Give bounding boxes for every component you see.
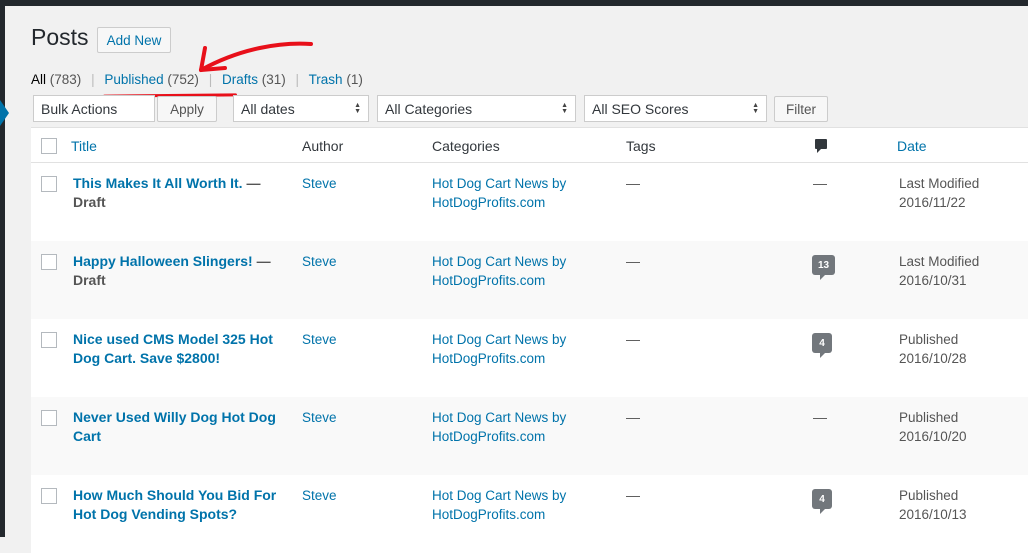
- post-author-link[interactable]: Steve: [302, 174, 337, 193]
- post-date: Published 2016/10/13: [899, 488, 967, 522]
- post-title-link[interactable]: Happy Halloween Slingers!: [73, 253, 253, 269]
- seo-scores-select[interactable]: All SEO Scores ▲ ▼: [584, 95, 767, 122]
- filter-button[interactable]: Filter: [774, 96, 828, 122]
- comment-count-bubble[interactable]: 4: [812, 489, 832, 514]
- bulk-actions-select[interactable]: Bulk Actions: [33, 95, 155, 122]
- dates-select[interactable]: All dates ▲ ▼: [233, 95, 369, 122]
- view-separator: |: [91, 72, 95, 87]
- table-row: How Much Should You Bid For Hot Dog Vend…: [31, 475, 1028, 553]
- view-all-link[interactable]: All (783): [31, 72, 81, 87]
- post-title-link[interactable]: This Makes It All Worth It.: [73, 175, 243, 191]
- row-checkbox[interactable]: [41, 332, 57, 348]
- table-row: Never Used Willy Dog Hot Dog Cart Steve …: [31, 397, 1028, 475]
- post-title-link[interactable]: Never Used Willy Dog Hot Dog Cart: [73, 409, 276, 444]
- post-author-link[interactable]: Steve: [302, 486, 337, 505]
- apply-button[interactable]: Apply: [157, 96, 217, 122]
- post-category-link[interactable]: Hot Dog Cart News by HotDogProfits.com: [432, 174, 592, 212]
- select-arrows-icon: ▲ ▼: [752, 101, 759, 115]
- post-title-cell: This Makes It All Worth It. — Draft: [73, 174, 288, 212]
- post-tags: —: [626, 175, 640, 191]
- post-author-link[interactable]: Steve: [302, 252, 337, 271]
- post-title-cell: Never Used Willy Dog Hot Dog Cart: [73, 408, 288, 446]
- post-tags: —: [626, 331, 640, 347]
- post-title-cell: Happy Halloween Slingers! — Draft: [73, 252, 288, 290]
- row-checkbox[interactable]: [41, 176, 57, 192]
- column-author: Author: [302, 138, 344, 154]
- comment-count-bubble[interactable]: 13: [812, 255, 836, 280]
- table-header: Title Author Categories Tags Date: [31, 128, 1028, 163]
- row-checkbox[interactable]: [41, 254, 57, 270]
- sidebar-current-indicator: [0, 100, 9, 126]
- post-date: Last Modified 2016/10/31: [899, 254, 980, 288]
- row-checkbox[interactable]: [41, 488, 57, 504]
- posts-table: Title Author Categories Tags Date This M…: [31, 127, 1028, 553]
- select-arrows-icon: ▲ ▼: [354, 101, 361, 115]
- post-date: Published 2016/10/20: [899, 410, 967, 444]
- table-row: Happy Halloween Slingers! — Draft Steve …: [31, 241, 1028, 319]
- post-author-link[interactable]: Steve: [302, 408, 337, 427]
- post-tags: —: [626, 409, 640, 425]
- post-date: Last Modified 2016/11/22: [899, 176, 980, 210]
- admin-sidebar: [0, 6, 5, 537]
- comment-bubble-icon[interactable]: [815, 139, 827, 153]
- select-arrows-icon: ▲ ▼: [561, 101, 568, 115]
- column-title[interactable]: Title: [71, 138, 97, 154]
- post-category-link[interactable]: Hot Dog Cart News by HotDogProfits.com: [432, 486, 592, 524]
- red-annotation-arrow: [199, 41, 313, 72]
- post-author-link[interactable]: Steve: [302, 330, 337, 349]
- post-comments-none: —: [813, 175, 827, 191]
- column-date[interactable]: Date: [897, 138, 927, 154]
- post-category-link[interactable]: Hot Dog Cart News by HotDogProfits.com: [432, 408, 592, 446]
- post-category-link[interactable]: Hot Dog Cart News by HotDogProfits.com: [432, 330, 592, 368]
- table-row: Nice used CMS Model 325 Hot Dog Cart. Sa…: [31, 319, 1028, 397]
- column-categories: Categories: [432, 138, 500, 154]
- post-date: Published 2016/10/28: [899, 332, 967, 366]
- post-tags: —: [626, 253, 640, 269]
- categories-select[interactable]: All Categories ▲ ▼: [377, 95, 576, 122]
- post-tags: —: [626, 487, 640, 503]
- page-title: Posts: [31, 24, 89, 50]
- post-title-cell: How Much Should You Bid For Hot Dog Vend…: [73, 486, 288, 524]
- table-row: This Makes It All Worth It. — Draft Stev…: [31, 163, 1028, 241]
- post-title-link[interactable]: How Much Should You Bid For Hot Dog Vend…: [73, 487, 276, 522]
- row-checkbox[interactable]: [41, 410, 57, 426]
- add-new-button[interactable]: Add New: [97, 27, 171, 53]
- post-title-link[interactable]: Nice used CMS Model 325 Hot Dog Cart. Sa…: [73, 331, 273, 366]
- comment-count-bubble[interactable]: 4: [812, 333, 832, 358]
- posts-screen: Posts Add New All (783) | Published (752…: [31, 6, 1028, 553]
- select-all-checkbox[interactable]: [41, 138, 57, 154]
- post-title-cell: Nice used CMS Model 325 Hot Dog Cart. Sa…: [73, 330, 288, 368]
- column-tags: Tags: [626, 138, 656, 154]
- post-category-link[interactable]: Hot Dog Cart News by HotDogProfits.com: [432, 252, 592, 290]
- post-comments-none: —: [813, 409, 827, 425]
